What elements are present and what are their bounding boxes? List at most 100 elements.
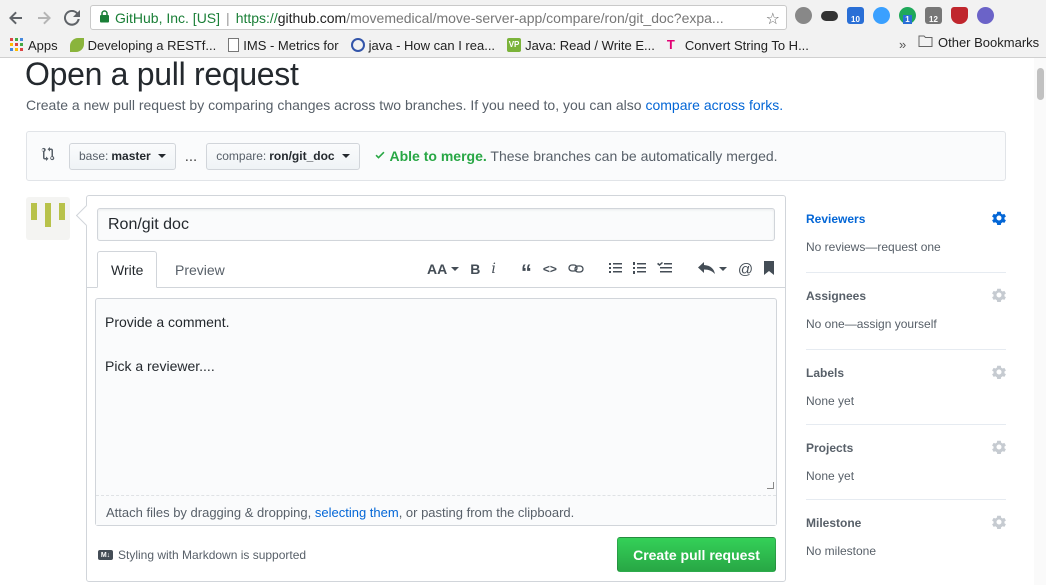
compare-branch-select[interactable]: compare: ron/git_doc [206, 142, 360, 170]
markdown-toolbar: AA B i “ <> @ [427, 258, 785, 284]
bookmark-java-rw[interactable]: VP Java: Read / Write E... [507, 38, 655, 53]
numbered-list-button[interactable] [632, 261, 646, 277]
reply-icon [697, 261, 717, 277]
apps-grid-icon [10, 38, 24, 52]
milestone-value: No milestone [806, 544, 877, 558]
bold-button[interactable]: B [470, 261, 480, 277]
code-button[interactable]: <> [543, 262, 557, 276]
extension-green-icon[interactable]: 1 [899, 7, 916, 24]
bookmarks-bar: Apps Developing a RESTf... IMS - Metrics… [0, 34, 1046, 56]
compare-across-forks-link[interactable]: compare across forks. [645, 97, 783, 113]
back-icon[interactable] [6, 8, 26, 28]
other-bookmarks-label: Other Bookmarks [938, 35, 1040, 50]
ev-certificate-label: GitHub, Inc. [US] [115, 9, 221, 26]
bookmark-star-icon[interactable]: ☆ [766, 9, 780, 29]
subtitle-text: Create a new pull request by comparing c… [26, 97, 646, 113]
markdown-note: M↓ Styling with Markdown is supported [98, 548, 306, 562]
extension-calendar-icon[interactable]: 10 [847, 7, 864, 24]
italic-button[interactable]: i [491, 261, 495, 277]
extension-shield-icon[interactable] [951, 7, 968, 24]
compare-icon [41, 146, 55, 167]
address-bar[interactable]: GitHub, Inc. [US] | https://github.com/m… [90, 5, 787, 30]
chevron-down-icon [718, 267, 727, 271]
globe-icon [350, 38, 365, 52]
branch-separator: ... [184, 147, 198, 165]
compare-label: compare: [216, 149, 267, 163]
milestone-title[interactable]: Milestone [806, 516, 1006, 530]
sidebar-projects: Projects None yet [806, 440, 1006, 483]
select-files-link[interactable]: selecting them [315, 505, 399, 520]
numbered-list-icon [632, 261, 646, 277]
pr-body-textarea[interactable]: Provide a comment. Pick a reviewer.... A… [95, 298, 777, 526]
extension-grid-icon[interactable]: 12 [925, 7, 942, 24]
pr-body-text: Provide a comment. Pick a reviewer.... [105, 314, 230, 374]
heading-button[interactable]: AA [427, 261, 460, 277]
extension-mask-icon[interactable] [821, 11, 838, 21]
extension-purple-icon[interactable] [977, 7, 994, 24]
extension-gear-icon[interactable] [795, 7, 812, 24]
other-bookmarks[interactable]: Other Bookmarks [918, 35, 1039, 50]
sidebar-divider [806, 499, 1006, 500]
base-value: master [111, 149, 151, 163]
bookmark-label: IMS - Metrics for [243, 37, 339, 53]
bulleted-list-button[interactable] [608, 261, 622, 277]
mention-button[interactable]: @ [738, 261, 753, 278]
avatar[interactable] [26, 197, 70, 240]
quote-button[interactable]: “ [521, 262, 532, 284]
bookmark-restful[interactable]: Developing a RESTf... [69, 38, 216, 53]
milestone-gear-icon[interactable] [992, 515, 1006, 534]
labels-gear-icon[interactable] [992, 365, 1006, 384]
scrollbar-thumb[interactable] [1037, 68, 1044, 100]
attach-text-post: , or pasting from the clipboard. [398, 505, 575, 520]
reviewers-title[interactable]: Reviewers [806, 212, 1006, 226]
projects-title[interactable]: Projects [806, 441, 1006, 455]
markdown-note-label[interactable]: Styling with Markdown is supported [118, 548, 306, 562]
sidebar-divider [806, 349, 1006, 350]
bookmark-java[interactable]: java - How can I rea... [350, 38, 495, 53]
reviewers-gear-icon[interactable] [992, 211, 1006, 230]
extension-snowflake-icon[interactable] [873, 7, 890, 24]
reload-icon[interactable] [62, 8, 82, 28]
link-button[interactable] [568, 261, 584, 277]
saved-reply-button[interactable] [764, 260, 775, 278]
page-icon [228, 38, 240, 52]
labels-title[interactable]: Labels [806, 366, 1006, 380]
markdown-icon: M↓ [98, 550, 113, 560]
assignees-gear-icon[interactable] [992, 288, 1006, 307]
base-branch-select[interactable]: base: master [69, 142, 176, 170]
create-pull-request-button[interactable]: Create pull request [617, 537, 776, 572]
assignees-value[interactable]: No one—assign yourself [806, 317, 1006, 331]
attach-text-pre: Attach files by dragging & dropping, [106, 505, 315, 520]
bookmark-label: Apps [28, 37, 58, 53]
task-list-icon [656, 261, 672, 277]
leaf-icon [69, 38, 84, 52]
tab-write[interactable]: Write [97, 251, 158, 288]
more-bookmarks-icon[interactable]: » [899, 37, 906, 52]
assignees-title[interactable]: Assignees [806, 289, 1006, 303]
url-path: /movemedical/move-server-app/compare/ron… [346, 9, 724, 26]
reply-button[interactable] [697, 261, 727, 277]
merge-status-detail: These branches can be automatically merg… [490, 148, 778, 164]
extension-badge: 1 [903, 15, 912, 24]
bookmark-convert[interactable]: T Convert String To H... [667, 38, 809, 53]
lock-icon [99, 9, 110, 26]
pr-title-input[interactable] [97, 208, 775, 241]
bulleted-list-icon [608, 261, 622, 277]
projects-gear-icon[interactable] [992, 440, 1006, 459]
reviewers-value: No reviews—request one [806, 240, 941, 254]
extension-badge: 10 [851, 15, 860, 24]
bookmark-ims[interactable]: IMS - Metrics for [228, 37, 339, 53]
tab-preview[interactable]: Preview [162, 251, 238, 288]
resize-handle[interactable] [767, 482, 774, 489]
extension-bar: 10 1 12 [795, 7, 994, 24]
sidebar-milestone: Milestone No milestone [806, 515, 1006, 558]
attach-files-area[interactable]: Attach files by dragging & dropping, sel… [96, 495, 776, 525]
compare-value: ron/git_doc [269, 149, 335, 163]
bookmark-apps[interactable]: Apps [10, 38, 58, 53]
task-list-button[interactable] [656, 261, 672, 277]
chevron-down-icon [451, 267, 460, 271]
bookmark-icon [764, 260, 775, 278]
forward-icon[interactable] [34, 8, 54, 28]
heading-label: AA [427, 261, 448, 277]
page-scrollbar[interactable] [1034, 58, 1046, 585]
